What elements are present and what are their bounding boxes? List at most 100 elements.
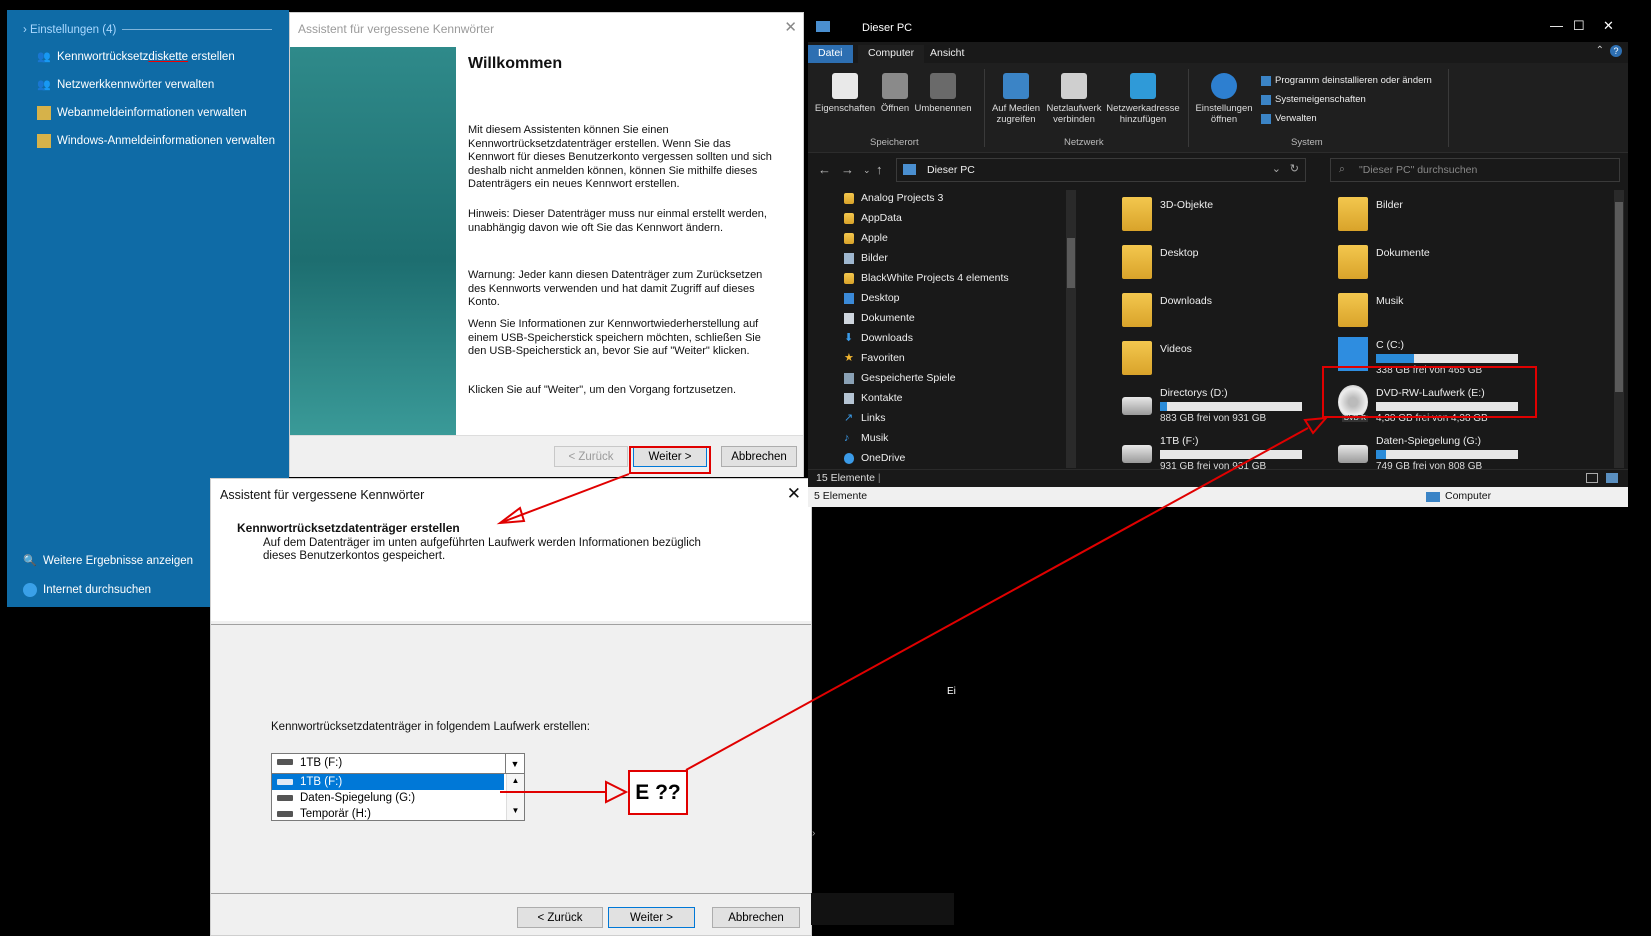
- tab-file[interactable]: Datei: [808, 45, 853, 63]
- drive-icon: [277, 811, 293, 817]
- more-results-link[interactable]: 🔍 Weitere Ergebnisse anzeigen: [23, 554, 193, 568]
- nav-item[interactable]: BlackWhite Projects 4 elements: [844, 272, 1009, 284]
- close-icon[interactable]: ✕: [787, 484, 801, 504]
- cancel-button[interactable]: Abbrechen: [712, 907, 800, 928]
- uninstall-link[interactable]: Programm deinstallieren oder ändern: [1261, 75, 1432, 86]
- option-label: 1TB (F:): [300, 776, 343, 788]
- folder-tile[interactable]: Videos: [1122, 339, 1322, 383]
- folder-icon: [1122, 245, 1152, 279]
- details-view-icon[interactable]: [1586, 473, 1598, 483]
- drive-select-label: Kennwortrücksetzdatenträger in folgendem…: [271, 721, 590, 733]
- system-properties-link[interactable]: Systemeigenschaften: [1261, 94, 1366, 105]
- content-scrollbar[interactable]: [1614, 190, 1624, 468]
- ribbon-label: Netzwerkadresse hinzufügen: [1106, 103, 1180, 125]
- nav-item[interactable]: Gespeicherte Spiele: [844, 372, 956, 384]
- add-network-location-button[interactable]: Netzwerkadresse hinzufügen: [1104, 73, 1182, 125]
- gear-icon: [1211, 73, 1237, 99]
- search-result-windows-credentials[interactable]: Windows-Anmeldeinformationen verwalten: [37, 134, 275, 148]
- credential-vault-icon: [37, 106, 51, 120]
- wizard-paragraph: Warnung: Jeder kann diesen Datenträger z…: [468, 269, 763, 308]
- nav-item[interactable]: AppData: [844, 212, 902, 224]
- next-button[interactable]: Weiter >: [608, 907, 695, 928]
- back-button[interactable]: < Zurück: [554, 446, 628, 467]
- dropdown-scrollbar[interactable]: ▲ ▼: [506, 774, 524, 820]
- nav-item[interactable]: ↗ Links: [844, 412, 886, 424]
- manage-link[interactable]: Verwalten: [1261, 113, 1317, 124]
- chevron-down-icon[interactable]: ▼: [505, 754, 524, 773]
- chevron-up-icon[interactable]: ▲: [507, 774, 524, 788]
- globe-icon: [23, 583, 37, 597]
- nav-label: Downloads: [861, 332, 913, 344]
- nav-label: Favoriten: [861, 352, 905, 364]
- tab-computer[interactable]: Computer: [858, 45, 925, 63]
- minimize-icon[interactable]: —: [1550, 18, 1563, 33]
- forward-arrow-icon[interactable]: →: [841, 162, 854, 177]
- user-key-icon: 👥: [37, 79, 51, 91]
- folder-tile[interactable]: Downloads: [1122, 291, 1322, 335]
- tiles-view-icon[interactable]: [1606, 473, 1618, 483]
- cancel-button[interactable]: Abbrechen: [721, 446, 797, 467]
- internet-search-link[interactable]: Internet durchsuchen: [23, 583, 151, 597]
- tile-label: Dokumente: [1376, 247, 1430, 259]
- nav-item[interactable]: ★ Favoriten: [844, 352, 905, 364]
- search-result-reset-disk[interactable]: 👥 Kennwortrücksetzdiskette erstellen: [37, 50, 235, 64]
- up-arrow-icon[interactable]: ↑: [876, 162, 883, 177]
- dropdown-option[interactable]: 1TB (F:): [272, 774, 504, 790]
- back-button[interactable]: < Zurück: [517, 907, 603, 928]
- tile-label: Directorys (D:): [1160, 387, 1228, 399]
- nav-item[interactable]: Analog Projects 3: [844, 192, 943, 204]
- open-settings-button[interactable]: Einstellungen öffnen: [1192, 73, 1256, 125]
- folder-tile[interactable]: Bilder: [1338, 195, 1538, 239]
- close-icon[interactable]: ✕: [784, 18, 797, 36]
- close-icon[interactable]: ✕: [1603, 18, 1614, 34]
- chevron-down-icon[interactable]: ⌄: [1272, 162, 1281, 175]
- folder-tile[interactable]: 3D-Objekte: [1122, 195, 1322, 239]
- nav-item[interactable]: Bilder: [844, 252, 888, 264]
- chevron-down-icon[interactable]: ⌄: [863, 165, 871, 176]
- hard-drive-icon: [1122, 445, 1152, 463]
- search-input[interactable]: "Dieser PC" durchsuchen ⌕: [1330, 158, 1620, 182]
- nav-item[interactable]: Dokumente: [844, 312, 915, 324]
- tile-label: C (C:): [1376, 339, 1404, 351]
- option-label: Temporär (H:): [300, 808, 371, 820]
- properties-button[interactable]: Eigenschaften: [814, 73, 876, 114]
- search-result-network-passwords[interactable]: 👥 Netzwerkkennwörter verwalten: [37, 78, 214, 92]
- help-icon[interactable]: ?: [1610, 45, 1622, 57]
- nav-item[interactable]: Apple: [844, 232, 888, 244]
- folder-tile[interactable]: Desktop: [1122, 243, 1322, 287]
- wizard-create-disk-dialog: Assistent für vergessene Kennwörter ✕ Ke…: [210, 478, 812, 936]
- nav-item[interactable]: ♪ Musik: [844, 432, 888, 444]
- back-arrow-icon[interactable]: ←: [818, 162, 831, 177]
- chevron-up-icon[interactable]: ⌃: [1596, 45, 1604, 56]
- nav-item[interactable]: OneDrive: [844, 452, 905, 464]
- dropdown-option[interactable]: Daten-Spiegelung (G:): [272, 790, 504, 806]
- computer-icon: [1426, 492, 1440, 502]
- search-result-web-credentials[interactable]: Webanmeldeinformationen verwalten: [37, 106, 247, 120]
- scroll-thumb[interactable]: [1615, 202, 1623, 392]
- wizard-button-bar: < Zurück Weiter > Abbrechen: [290, 435, 803, 477]
- open-button[interactable]: Öffnen: [878, 73, 912, 114]
- nav-item[interactable]: Desktop: [844, 292, 900, 304]
- scroll-thumb[interactable]: [1067, 238, 1075, 288]
- settings-group-header[interactable]: › Einstellungen (4): [23, 24, 273, 36]
- chevron-down-icon[interactable]: ▼: [507, 804, 524, 818]
- tile-label: Bilder: [1376, 199, 1403, 211]
- tab-view[interactable]: Ansicht: [920, 45, 974, 63]
- computer-icon: [903, 164, 916, 175]
- maximize-icon[interactable]: ☐: [1573, 18, 1585, 34]
- nav-scrollbar[interactable]: [1066, 190, 1076, 468]
- map-drive-button[interactable]: Netzlaufwerk verbinden: [1044, 73, 1104, 125]
- dropdown-option[interactable]: Temporär (H:): [272, 806, 504, 820]
- media-access-button[interactable]: Auf Medien zugreifen: [988, 73, 1044, 125]
- drive-tile[interactable]: Directorys (D:) 883 GB frei von 931 GB: [1122, 383, 1322, 427]
- wizard-paragraph: Hinweis: Dieser Datenträger muss nur ein…: [468, 208, 767, 234]
- nav-item[interactable]: ⬇ Downloads: [844, 332, 913, 344]
- refresh-icon[interactable]: ↻: [1290, 162, 1299, 175]
- drive-combobox[interactable]: 1TB (F:) ▼: [271, 753, 525, 774]
- nav-item[interactable]: Kontakte: [844, 392, 902, 404]
- drive-usage-bar: [1160, 450, 1302, 459]
- folder-tile[interactable]: Musik: [1338, 291, 1538, 335]
- folder-tile[interactable]: Dokumente: [1338, 243, 1538, 287]
- address-field[interactable]: Dieser PC ⌄ ↻: [896, 158, 1306, 182]
- rename-button[interactable]: Umbenennen: [914, 73, 972, 114]
